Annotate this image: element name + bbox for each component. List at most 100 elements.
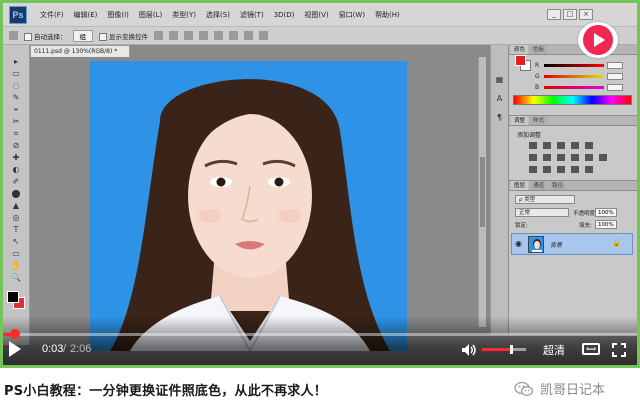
adjustment-icons-row-1 bbox=[529, 142, 593, 149]
play-button[interactable] bbox=[9, 341, 23, 357]
volume-slider-fill bbox=[482, 348, 511, 351]
show-transform-option: 显示变换控件 bbox=[99, 31, 148, 41]
adjustments-panel: 调整 样式 添加调整 bbox=[509, 115, 637, 180]
blue-slider-row: B bbox=[535, 83, 631, 91]
move-tool-icon bbox=[9, 31, 18, 40]
foreground-background-swatch bbox=[7, 291, 25, 309]
green-slider-label: G bbox=[535, 72, 540, 80]
play-logo-icon bbox=[583, 25, 613, 55]
ps-menu-type: 类型(Y) bbox=[172, 10, 197, 19]
align-left-icon bbox=[199, 31, 208, 40]
align-middle-icon bbox=[169, 31, 178, 40]
auto-select-label: 自动选择： bbox=[34, 32, 67, 41]
ps-menu-list: 文件(F) 编辑(E) 图像(I) 图层(L) 类型(Y) 选择(S) 滤镜(T… bbox=[35, 3, 405, 27]
slice-tool-icon: ✂ bbox=[12, 117, 20, 126]
photo-filter-icon bbox=[571, 154, 579, 161]
color-spectrum-bar bbox=[513, 95, 632, 105]
layers-panel: 图层 通道 路径 ρ 类型 正常 不透明度: 100% 锁定: 填充: 100%… bbox=[509, 180, 637, 320]
play-icon bbox=[9, 341, 21, 357]
ps-minimize-icon: _ bbox=[547, 9, 561, 20]
channel-mixer-icon bbox=[585, 154, 593, 161]
path-select-tool-icon: ↖ bbox=[12, 237, 20, 246]
ps-menu-filter: 滤镜(T) bbox=[239, 10, 264, 19]
posterize-icon bbox=[543, 166, 551, 173]
curves-icon bbox=[557, 142, 565, 149]
history-panel-icon: ▦ bbox=[495, 75, 504, 84]
adjustments-panel-tabs: 调整 样式 bbox=[509, 116, 637, 126]
adjustment-icons-row-2 bbox=[529, 154, 607, 161]
red-value-field bbox=[607, 61, 623, 69]
clone-stamp-tool-icon: ✚ bbox=[12, 153, 20, 162]
volume-slider[interactable] bbox=[482, 345, 526, 354]
ps-close-icon: × bbox=[579, 9, 593, 20]
color-lookup-icon bbox=[599, 154, 607, 161]
levels-icon bbox=[543, 142, 551, 149]
ps-menu-view: 视图(V) bbox=[304, 10, 329, 19]
ps-right-panels: 颜色 色板 R G B 调整 样式 添加调整 图层 通道 路径 ρ 类型 正常 … bbox=[508, 45, 637, 335]
quality-button[interactable]: 超清 bbox=[543, 342, 565, 358]
eyedropper-tool-icon: ⌗ bbox=[13, 129, 19, 138]
ps-menu-help: 帮助(H) bbox=[375, 10, 400, 19]
total-time: 2:06 bbox=[70, 343, 92, 355]
black-white-icon bbox=[557, 154, 565, 161]
lasso-tool-icon: ◌ bbox=[12, 81, 20, 90]
tab-swatches: 色板 bbox=[530, 45, 548, 54]
widescreen-icon[interactable]: ⟺ bbox=[582, 343, 600, 355]
volume-slider-knob[interactable] bbox=[509, 345, 513, 354]
foreground-color-swatch bbox=[7, 291, 19, 303]
exposure-icon bbox=[571, 142, 579, 149]
hue-saturation-icon bbox=[529, 154, 537, 161]
green-value-field bbox=[607, 72, 623, 80]
character-panel-icon: A bbox=[496, 94, 503, 103]
time-separator: / bbox=[63, 343, 67, 355]
ps-menubar: Ps 文件(F) 编辑(E) 图像(I) 图层(L) 类型(Y) 选择(S) 滤… bbox=[3, 3, 637, 27]
layer-thumbnail bbox=[528, 236, 544, 253]
video-title: PS小白教程：一分钟更换证件照底色，从此不再求人！ bbox=[4, 384, 327, 399]
show-transform-label: 显示变换控件 bbox=[109, 32, 148, 41]
portrait-photo bbox=[90, 61, 407, 351]
green-slider bbox=[544, 74, 604, 78]
opacity-field: 100% bbox=[595, 208, 617, 217]
lock-label: 锁定: bbox=[515, 223, 528, 229]
canvas-vertical-scrollbar bbox=[478, 57, 486, 327]
adjustment-icons-row-3 bbox=[529, 166, 593, 173]
quick-select-tool-icon: ✎ bbox=[12, 93, 20, 102]
layers-filter-select: ρ 类型 bbox=[515, 195, 575, 204]
layer-name: 背景 bbox=[550, 242, 563, 249]
ps-menu-layer: 图层(L) bbox=[138, 10, 163, 19]
auto-select-dropdown: 组 bbox=[72, 29, 93, 42]
wechat-icon bbox=[514, 381, 534, 397]
color-balance-icon bbox=[543, 154, 551, 161]
fullscreen-icon[interactable] bbox=[612, 342, 626, 357]
ps-menu-window: 窗口(W) bbox=[338, 10, 366, 19]
ps-toolbox: ▸ ▭ ◌ ✎ ⌖ ✂ ⌗ ⊘ ✚ ◐ ✐ ⬤ ▲ ◎ T ↖ ▭ ✋ 🔍 bbox=[3, 45, 30, 345]
account-name: 凯哥日记本 bbox=[540, 383, 606, 398]
red-slider bbox=[544, 63, 604, 67]
tab-adjustments: 调整 bbox=[511, 116, 529, 125]
collapsed-panel-strip: ▦ A ¶ bbox=[490, 45, 508, 335]
volume-icon[interactable] bbox=[461, 342, 477, 356]
align-bottom-icon bbox=[184, 31, 193, 40]
current-time: 0:03 bbox=[42, 343, 64, 355]
distribute-icon bbox=[244, 31, 253, 40]
ps-menu-edit: 编辑(E) bbox=[73, 10, 98, 19]
progress-bar[interactable] bbox=[0, 329, 640, 339]
layers-panel-tabs: 图层 通道 路径 bbox=[509, 181, 637, 191]
video-player[interactable]: Ps 文件(F) 编辑(E) 图像(I) 图层(L) 类型(Y) 选择(S) 滤… bbox=[0, 0, 640, 368]
red-slider-label: R bbox=[535, 61, 540, 69]
blue-slider-label: B bbox=[535, 83, 540, 91]
blue-slider bbox=[544, 85, 604, 89]
align-center-icon bbox=[214, 31, 223, 40]
selective-color-icon bbox=[585, 166, 593, 173]
fill-field: 100% bbox=[595, 220, 617, 229]
brush-tool-icon: ✐ bbox=[12, 177, 20, 186]
ps-maximize-icon: □ bbox=[563, 9, 577, 20]
color-panel: 颜色 色板 R G B bbox=[509, 45, 637, 115]
show-transform-checkbox bbox=[99, 32, 107, 41]
adjustments-title: 添加调整 bbox=[517, 132, 542, 139]
tab-color: 颜色 bbox=[511, 45, 529, 54]
eye-icon: ◉ bbox=[515, 239, 522, 248]
tab-layers: 图层 bbox=[511, 181, 529, 190]
document-tab: 0111.psd @ 130%(RGB/8) * bbox=[30, 45, 130, 57]
zoom-tool-icon: 🔍 bbox=[11, 273, 21, 282]
